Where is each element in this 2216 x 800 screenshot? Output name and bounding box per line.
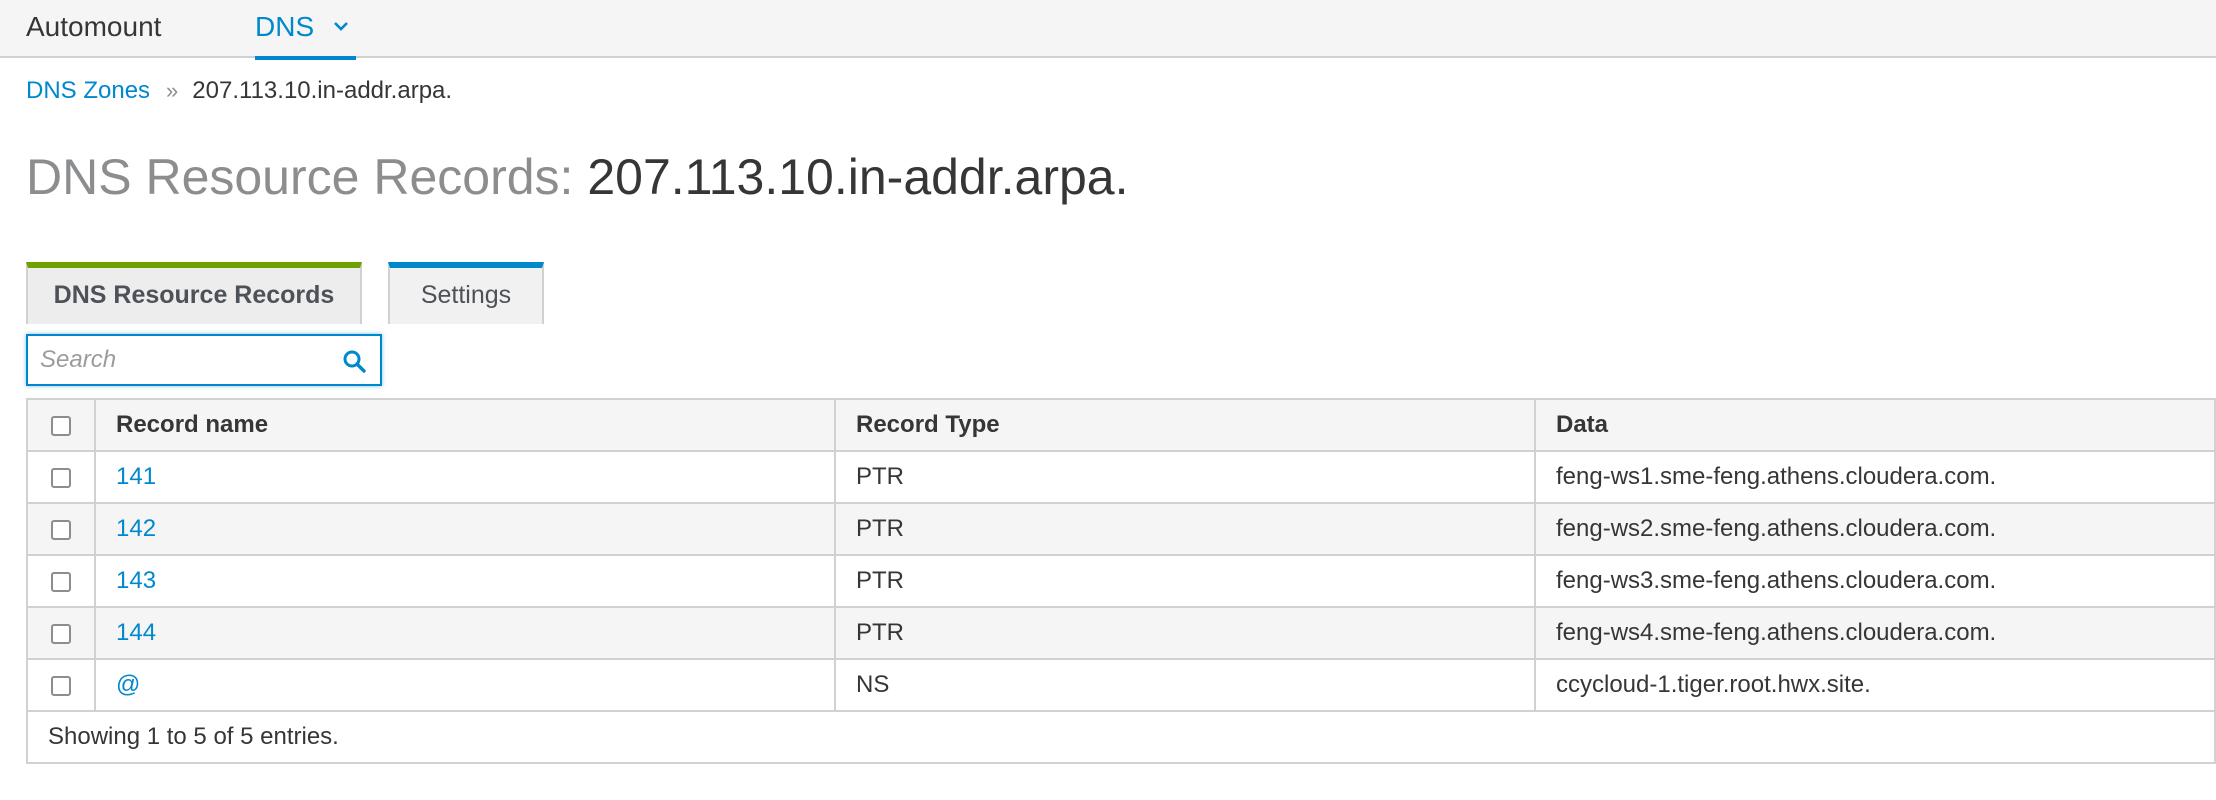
nav-item-automount[interactable]: Automount xyxy=(26,0,161,58)
record-type-cell: PTR xyxy=(834,606,1536,660)
record-type-cell: PTR xyxy=(834,450,1536,504)
row-checkbox-cell xyxy=(26,606,96,660)
select-all-checkbox[interactable] xyxy=(51,415,71,436)
record-type-cell: PTR xyxy=(834,554,1536,608)
table-row: @ NS ccycloud-1.tiger.root.hwx.site. xyxy=(26,658,2216,712)
records-table: Record name Record Type Data 141 PTR fen… xyxy=(26,398,2216,764)
record-type-cell: NS xyxy=(834,658,1536,712)
tab-label: DNS Resource Records xyxy=(53,281,335,309)
nav-item-label: DNS xyxy=(255,11,315,42)
record-name-link[interactable]: 143 xyxy=(116,567,156,594)
record-data-cell: feng-ws2.sme-feng.athens.cloudera.com. xyxy=(1534,502,2216,556)
breadcrumb-separator-icon: » xyxy=(166,78,179,103)
column-header-record-name: Record name xyxy=(94,398,836,452)
tab-settings[interactable]: Settings xyxy=(388,262,544,324)
record-data-cell: feng-ws1.sme-feng.athens.cloudera.com. xyxy=(1534,450,2216,504)
record-name-link[interactable]: 144 xyxy=(116,619,156,646)
column-header-data: Data xyxy=(1534,398,2216,452)
record-name-cell: 141 xyxy=(94,450,836,504)
row-checkbox-cell xyxy=(26,502,96,556)
table-footer-row: Showing 1 to 5 of 5 entries. xyxy=(26,710,2216,764)
active-nav-indicator xyxy=(255,56,356,60)
column-header-record-type: Record Type xyxy=(834,398,1536,452)
search-input[interactable] xyxy=(40,342,330,378)
row-checkbox[interactable] xyxy=(51,519,71,540)
record-name-link[interactable]: 142 xyxy=(116,515,156,542)
record-name-link[interactable]: @ xyxy=(116,671,140,698)
row-checkbox[interactable] xyxy=(51,675,71,696)
row-checkbox-cell xyxy=(26,554,96,608)
top-navigation: Automount DNS xyxy=(0,0,2216,60)
records-table-container: Record name Record Type Data 141 PTR fen… xyxy=(26,398,2216,764)
row-checkbox[interactable] xyxy=(51,467,71,488)
record-name-cell: 144 xyxy=(94,606,836,660)
page-title-zone: 207.113.10.in-addr.arpa. xyxy=(587,149,1129,205)
table-row: 144 PTR feng-ws4.sme-feng.athens.clouder… xyxy=(26,606,2216,660)
table-row: 142 PTR feng-ws2.sme-feng.athens.clouder… xyxy=(26,502,2216,556)
nav-item-dns[interactable]: DNS xyxy=(255,0,356,60)
record-data-cell: feng-ws3.sme-feng.athens.cloudera.com. xyxy=(1534,554,2216,608)
record-name-cell: 143 xyxy=(94,554,836,608)
page-title-prefix: DNS Resource Records: xyxy=(26,149,574,205)
breadcrumb-current: 207.113.10.in-addr.arpa. xyxy=(192,77,453,104)
table-header-row: Record name Record Type Data xyxy=(26,398,2216,452)
search-icon[interactable] xyxy=(342,349,366,373)
record-name-cell: @ xyxy=(94,658,836,712)
table-row: 141 PTR feng-ws1.sme-feng.athens.clouder… xyxy=(26,450,2216,504)
nav-item-label: Automount xyxy=(26,11,162,42)
search-box xyxy=(26,334,382,386)
tab-dns-resource-records[interactable]: DNS Resource Records xyxy=(26,262,362,324)
breadcrumb: DNS Zones » 207.113.10.in-addr.arpa. xyxy=(26,74,452,108)
record-type-cell: PTR xyxy=(834,502,1536,556)
row-checkbox[interactable] xyxy=(51,623,71,644)
table-footer-status: Showing 1 to 5 of 5 entries. xyxy=(26,710,2216,764)
row-checkbox-cell xyxy=(26,450,96,504)
chevron-down-icon xyxy=(333,21,348,31)
page-title: DNS Resource Records: 207.113.10.in-addr… xyxy=(26,146,1129,208)
record-name-link[interactable]: 141 xyxy=(116,463,156,490)
tab-label: Settings xyxy=(420,281,512,309)
select-all-cell xyxy=(26,398,96,452)
record-name-cell: 142 xyxy=(94,502,836,556)
breadcrumb-dns-zones-link[interactable]: DNS Zones xyxy=(26,77,150,104)
record-data-cell: feng-ws4.sme-feng.athens.cloudera.com. xyxy=(1534,606,2216,660)
row-checkbox-cell xyxy=(26,658,96,712)
table-row: 143 PTR feng-ws3.sme-feng.athens.clouder… xyxy=(26,554,2216,608)
row-checkbox[interactable] xyxy=(51,571,71,592)
record-data-cell: ccycloud-1.tiger.root.hwx.site. xyxy=(1534,658,2216,712)
